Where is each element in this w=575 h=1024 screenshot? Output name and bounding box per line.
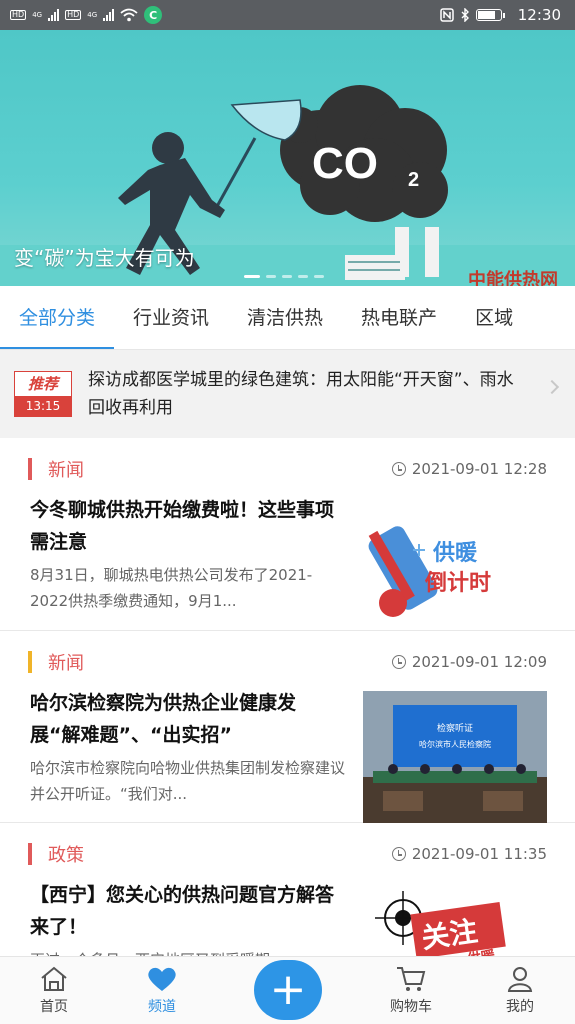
signal-icon — [48, 9, 60, 21]
status-right: 12:30 — [440, 6, 561, 24]
clock-icon — [391, 655, 406, 669]
add-button[interactable]: + — [254, 960, 322, 1020]
chevron-right-icon — [544, 379, 560, 395]
thumb-text-1: 检察听证 — [437, 722, 473, 734]
signal-icon-2 — [103, 9, 115, 21]
news-time: 2021-09-01 12:28 — [391, 460, 547, 478]
category-bar — [28, 651, 32, 673]
tab-clean-heating[interactable]: 清洁供热 — [228, 286, 342, 349]
news-category: 新闻 — [28, 651, 84, 674]
news-category: 新闻 — [28, 458, 84, 481]
tab-region[interactable]: 区域 — [456, 286, 532, 349]
plus-icon: + — [269, 964, 307, 1015]
banner-watermark: 中能供热网 — [468, 269, 558, 286]
carousel-dot — [314, 275, 324, 278]
recommend-time: 13:15 — [15, 396, 71, 416]
user-icon — [507, 967, 533, 992]
network-type-2: 4G — [87, 10, 98, 19]
app-notification-icon: C — [144, 6, 163, 24]
home-icon — [41, 966, 67, 991]
nav-cart-label: 购物车 — [390, 999, 432, 1015]
recommend-label: 推荐 — [27, 375, 58, 393]
wifi-icon — [120, 8, 138, 22]
news-time-text: 2021-09-01 11:35 — [411, 845, 547, 863]
co2-subscript: 2 — [408, 169, 419, 191]
hd-badge: HD — [10, 10, 27, 20]
status-bar: HD 4G HD 4G C 12:30 — [0, 0, 575, 30]
co2-text: CO — [312, 139, 378, 188]
nav-channel-label: 频道 — [148, 999, 176, 1015]
carousel-dot — [266, 275, 276, 278]
news-summary: 哈尔滨市检察院向哈物业供热集团制发检察建议并公开听证。“我们对... — [30, 759, 346, 803]
carousel-dot — [244, 275, 260, 278]
network-type: 4G — [32, 10, 43, 19]
banner-carousel[interactable]: CO 2 中能供热网 变“碳”为宝大有可为 — [0, 30, 575, 286]
thumb-text-2: 哈尔滨市人民检察院 — [419, 739, 491, 749]
news-title[interactable]: 今冬聊城供热开始缴费啦！这些事项需注意 — [30, 494, 335, 558]
tab-cogeneration[interactable]: 热电联产 — [342, 286, 456, 349]
status-left: HD 4G HD 4G C — [10, 6, 163, 24]
news-card[interactable]: 政策 2021-09-01 11:35 【西宁】您关心的供热问题官方解答来了！ … — [0, 823, 575, 956]
nav-cart[interactable]: 购物车 — [371, 965, 451, 1016]
news-card[interactable]: 新闻 2021-09-01 12:28 今冬聊城供热开始缴费啦！这些事项需注意 … — [0, 438, 575, 631]
thumbnail-hearing-image: 检察听证 哈尔滨市人民检察院 — [363, 691, 547, 823]
hd-badge-2: HD — [65, 10, 82, 20]
news-summary: 再过一个多月，西宁地区又到采暖期 — [30, 947, 345, 956]
recommend-title[interactable]: 探访成都医学城里的绿色建筑：用太阳能“开天窗”、雨水回收再利用 — [88, 366, 518, 422]
nfc-icon — [440, 8, 454, 22]
recommend-badge: 推荐 13:15 — [14, 371, 72, 417]
bluetooth-icon — [461, 8, 469, 22]
nav-mine-label: 我的 — [506, 999, 534, 1015]
news-card[interactable]: 新闻 2021-09-01 12:09 哈尔滨检察院为供热企业健康发展“解难题”… — [0, 631, 575, 823]
category-bar — [28, 458, 32, 480]
clock-icon — [391, 462, 406, 476]
carousel-dot — [282, 275, 292, 278]
banner-caption[interactable]: 变“碳”为宝大有可为 — [14, 242, 195, 271]
battery-icon — [475, 9, 505, 21]
category-bar — [28, 843, 32, 865]
tab-industry-news[interactable]: 行业资讯 — [114, 286, 228, 349]
category-label: 政策 — [48, 845, 84, 866]
clock-icon — [391, 847, 406, 861]
thumbnail-countdown-image: 供暖 倒计时 — [368, 526, 491, 617]
nav-channel[interactable]: 频道 — [122, 965, 202, 1016]
news-title[interactable]: 哈尔滨检察院为供热企业健康发展“解难题”、“出实招” — [30, 687, 335, 751]
thumb-text-1: 供暖 — [432, 540, 478, 566]
category-label: 新闻 — [48, 653, 84, 674]
news-time: 2021-09-01 11:35 — [391, 845, 547, 863]
news-time-text: 2021-09-01 12:28 — [411, 460, 547, 478]
recommend-item[interactable]: 推荐 13:15 探访成都医学城里的绿色建筑：用太阳能“开天窗”、雨水回收再利用 — [0, 350, 575, 438]
heart-icon — [148, 967, 176, 991]
news-thumbnail[interactable]: 关注 供暖 — [363, 883, 547, 956]
news-time: 2021-09-01 12:09 — [391, 653, 547, 671]
thumbnail-focus-image: 关注 供暖 — [375, 891, 506, 956]
news-summary: 8月31日，聊城热电供热公司发布了2021-2022供热季缴费通知，9月1... — [30, 566, 313, 610]
news-time-text: 2021-09-01 12:09 — [411, 653, 547, 671]
category-tabs: 全部分类 行业资讯 清洁供热 热电联产 区域 — [0, 286, 575, 350]
cart-icon — [397, 967, 426, 991]
nav-mine[interactable]: 我的 — [480, 965, 560, 1016]
clock-time: 12:30 — [517, 6, 561, 24]
news-title[interactable]: 【西宁】您关心的供热问题官方解答来了！ — [30, 879, 335, 943]
news-category: 政策 — [28, 843, 84, 866]
carousel-dot — [298, 275, 308, 278]
nav-home-label: 首页 — [40, 999, 68, 1015]
tab-all[interactable]: 全部分类 — [0, 286, 115, 349]
thumb-text-2: 倒计时 — [424, 571, 491, 596]
carousel-indicator — [244, 275, 324, 278]
nav-home[interactable]: 首页 — [14, 965, 94, 1016]
news-thumbnail[interactable]: 检察听证 哈尔滨市人民检察院 — [363, 691, 547, 823]
news-thumbnail[interactable]: 供暖 倒计时 — [363, 498, 547, 630]
category-label: 新闻 — [48, 460, 84, 481]
